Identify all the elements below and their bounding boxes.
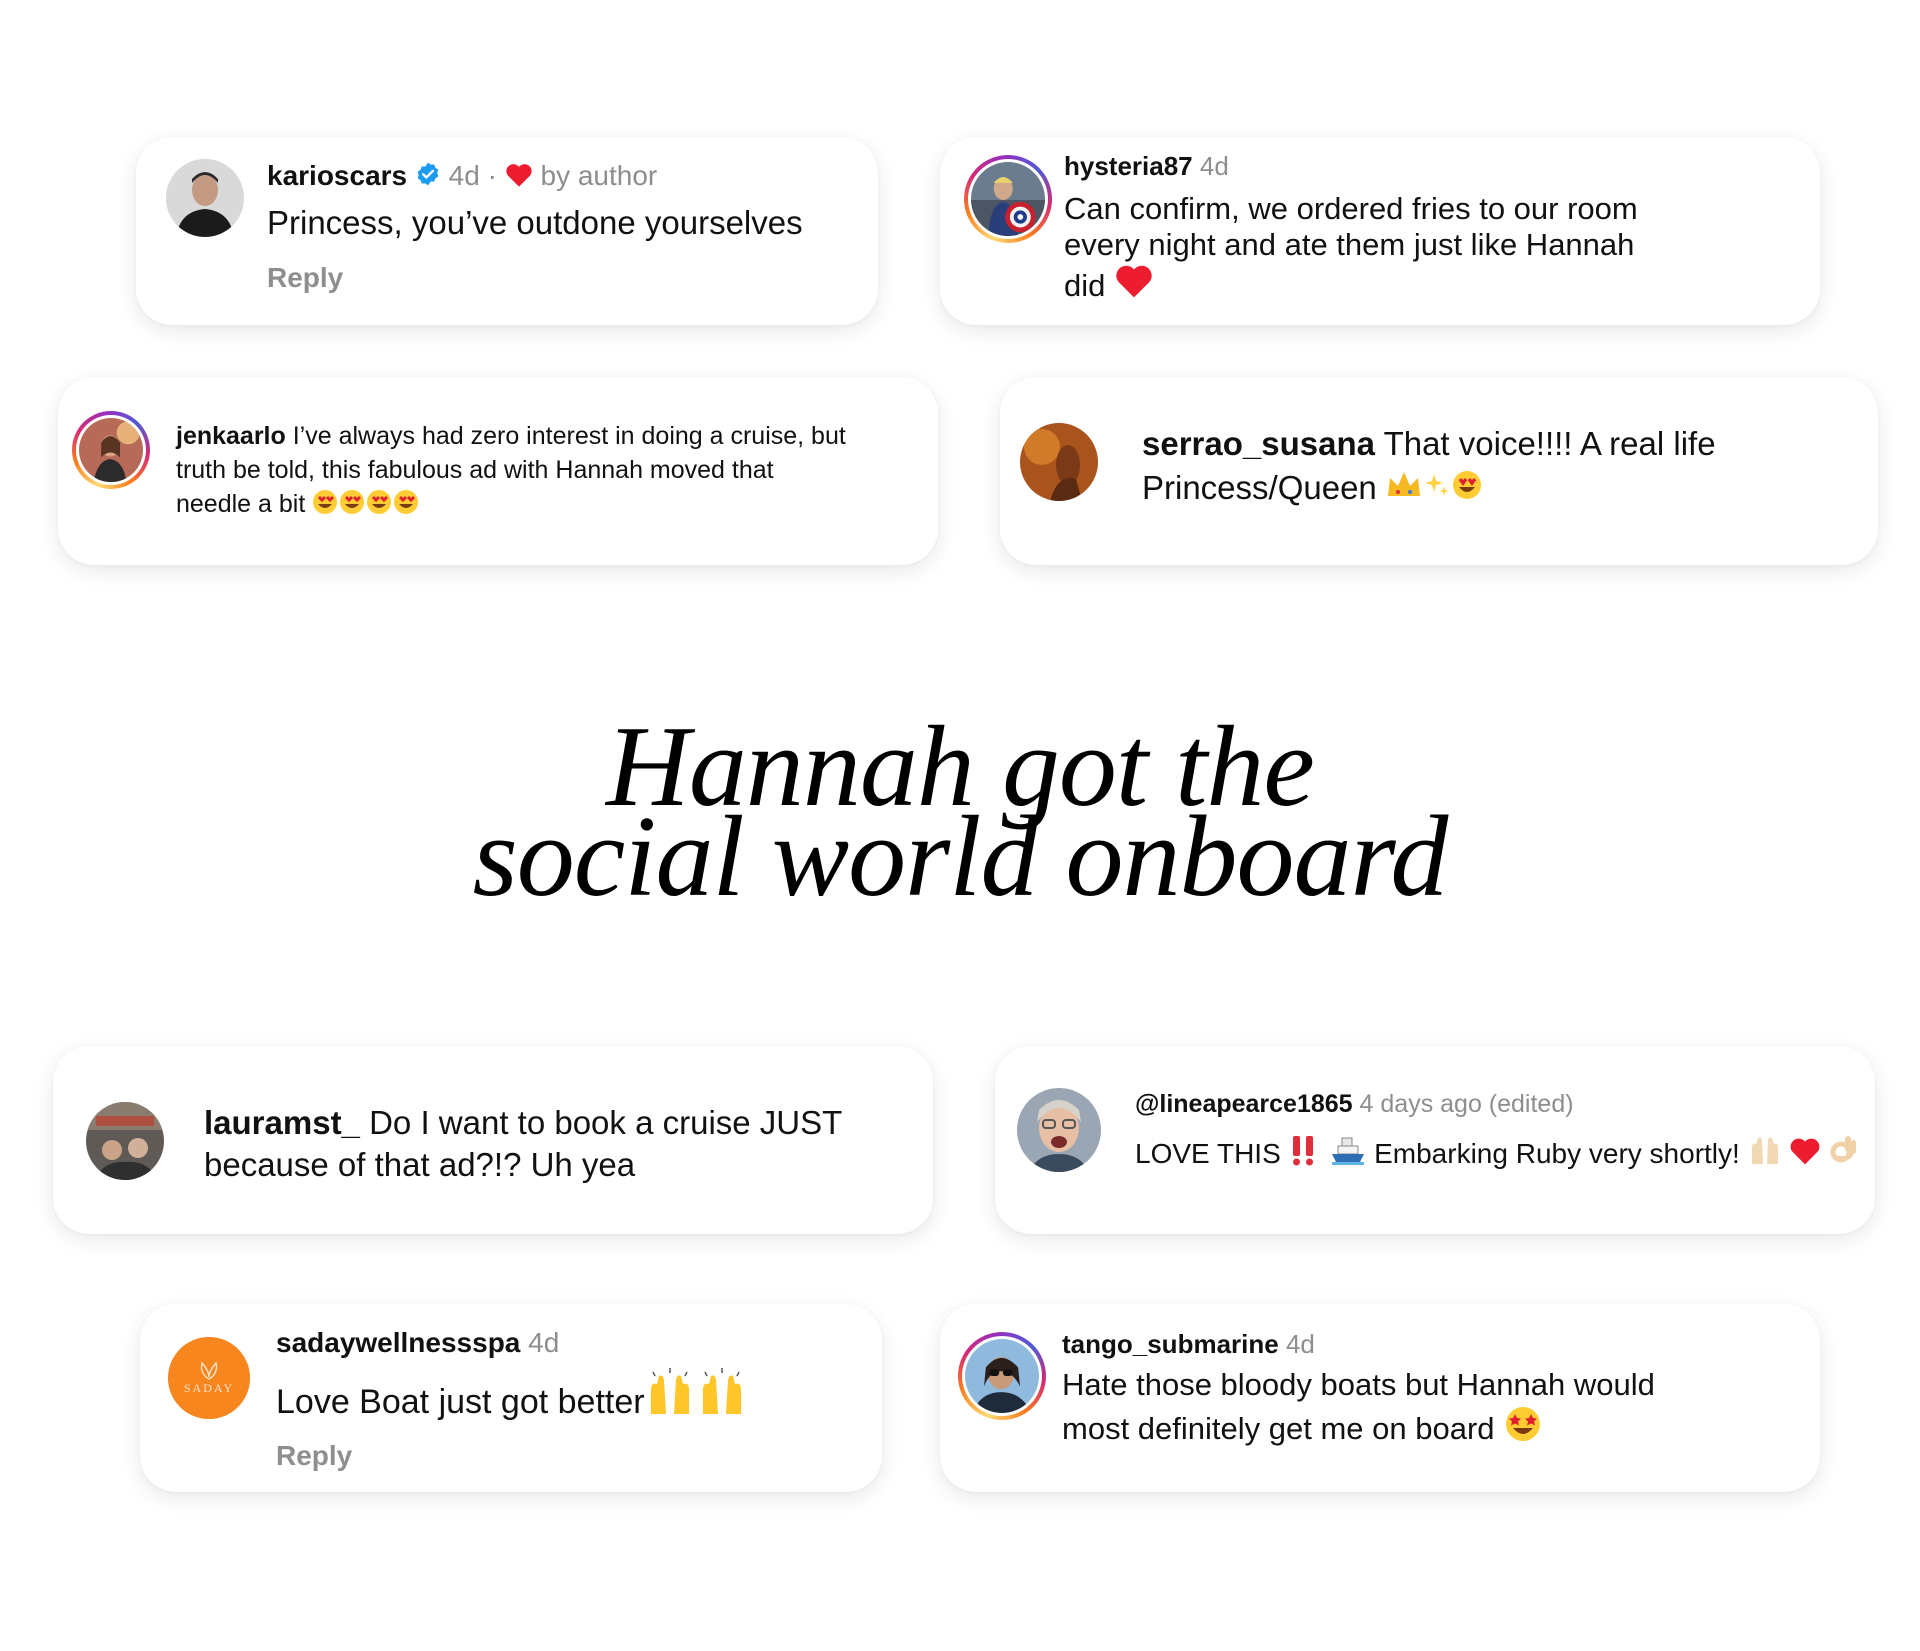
reply-button[interactable]: Reply (276, 1440, 352, 1472)
comment-text-line-1: serrao_susana That voice!!!! A real life (1142, 423, 1716, 465)
red-heart-emoji-icon (1789, 1136, 1821, 1175)
comment-card-hysteria87: hysteria87 4d Can confirm, we ordered fr… (940, 137, 1820, 325)
comment-text: Do I want to book a cruise JUST (369, 1104, 843, 1141)
star-struck-emoji-icon (1503, 1404, 1543, 1451)
double-exclamation-emoji-icon (1289, 1134, 1317, 1175)
crown-sparkles-heart-eyes-emoji-icon (1386, 468, 1486, 512)
story-ring-avatar[interactable] (964, 155, 1052, 243)
username[interactable]: serrao_susana (1142, 425, 1375, 462)
comment-card-lauramst: lauramst_ Do I want to book a cruise JUS… (53, 1046, 933, 1234)
comment-text-line-2: Princess/Queen (1142, 467, 1486, 512)
timestamp: 4d (448, 160, 480, 191)
timestamp: 4 days ago (edited) (1359, 1090, 1574, 1118)
comment-text-line-2: truth be told, this fabulous ad with Han… (176, 456, 774, 484)
comment-card-sadaywellnessspa: SADAY sadaywellnessspa 4d Love Boat just… (140, 1304, 882, 1492)
comment-text-line-2: most definitely get me on board (1062, 1404, 1543, 1451)
comment-text-end: Princess/Queen (1142, 469, 1377, 506)
liked-by-author-label: by author (540, 160, 658, 191)
comment-text: Love Boat just got better (276, 1368, 747, 1427)
comment-text-line-2: every night and ate them just like Hanna… (1064, 227, 1635, 262)
comment-text-body: Love Boat just got better (276, 1383, 645, 1421)
comment-card-jenkaarlo: jenkaarlo I’ve always had zero interest … (58, 377, 938, 565)
comment-text: Princess, you’ve outdone yourselves (267, 204, 803, 241)
comment-header: karioscars 4d · by author (267, 159, 657, 196)
comment-card-lineapearce1865: @lineapearce1865 4 days ago (edited) LOV… (995, 1046, 1875, 1234)
username[interactable]: lauramst_ (204, 1104, 360, 1141)
reply-button[interactable]: Reply (267, 262, 343, 294)
avatar[interactable] (166, 159, 244, 237)
username[interactable]: sadaywellnessspa (276, 1327, 520, 1358)
red-heart-emoji-icon (1114, 263, 1154, 307)
avatar (971, 162, 1045, 236)
avatar (79, 418, 143, 482)
avatar[interactable] (86, 1102, 164, 1180)
comment-text-end: needle a bit (176, 490, 306, 518)
comment-text-line-3: did (1064, 263, 1154, 307)
story-ring-avatar[interactable] (958, 1332, 1046, 1420)
saday-logo-text: SADAY (184, 1381, 234, 1395)
comment-header: hysteria87 4d (1064, 150, 1229, 182)
username[interactable]: karioscars (267, 160, 407, 191)
username[interactable]: tango_submarine (1062, 1329, 1279, 1359)
username[interactable]: @lineapearce1865 (1135, 1090, 1353, 1118)
ship-emoji-icon (1330, 1134, 1366, 1175)
timestamp: 4d (1199, 151, 1229, 181)
story-ring-avatar[interactable] (72, 411, 150, 489)
comment-header: @lineapearce1865 4 days ago (edited) (1135, 1088, 1574, 1120)
ok-hand-emoji-icon (1829, 1134, 1859, 1175)
separator-dot: · (487, 160, 497, 191)
avatar[interactable] (1020, 423, 1098, 501)
raising-hands-emoji-icon (1748, 1134, 1782, 1175)
comment-card-tango-submarine: tango_submarine 4d Hate those bloody boa… (940, 1304, 1820, 1492)
headline-line-2: social world onboard (472, 793, 1449, 921)
comment-text-start: LOVE THIS (1135, 1138, 1281, 1169)
avatar[interactable] (1017, 1088, 1101, 1172)
comment-text-line-2: because of that ad?!? Uh yea (204, 1146, 636, 1183)
comment-text: LOVE THIS Embarking Ruby very shortly! (1135, 1134, 1859, 1175)
raising-hands-emoji-icon (645, 1368, 747, 1427)
comment-text: I’ve always had zero interest in doing a… (292, 422, 846, 450)
username[interactable]: hysteria87 (1064, 151, 1193, 181)
comment-text-line-1: Hate those bloody boats but Hannah would (1062, 1367, 1655, 1402)
comment-text-end: did (1064, 268, 1106, 303)
timestamp: 4d (528, 1327, 560, 1358)
comment-text: That voice!!!! A real life (1383, 425, 1716, 462)
comment-text-line-1: jenkaarlo I’ve always had zero interest … (176, 419, 846, 453)
verified-badge-icon (415, 161, 441, 195)
heart-eyes-emoji-icon (312, 489, 422, 524)
heart-icon (505, 162, 533, 196)
comment-header: sadaywellnessspa 4d (276, 1326, 559, 1360)
comment-text-end: most definitely get me on board (1062, 1411, 1495, 1446)
comment-text-line-3: needle a bit (176, 487, 422, 524)
comment-text-line-1: Can confirm, we ordered fries to our roo… (1064, 191, 1638, 226)
username[interactable]: jenkaarlo (176, 422, 286, 450)
avatar[interactable]: SADAY (168, 1337, 250, 1419)
timestamp: 4d (1285, 1329, 1315, 1359)
comment-text-line-1: lauramst_ Do I want to book a cruise JUS… (204, 1102, 842, 1144)
comment-header: tango_submarine 4d (1062, 1328, 1315, 1360)
headline: Hannah got the social world onboard (0, 709, 1920, 921)
comment-card-serrao-susana: serrao_susana That voice!!!! A real life… (1000, 377, 1878, 565)
comment-text-end: Embarking Ruby very shortly! (1374, 1138, 1740, 1169)
avatar (965, 1339, 1039, 1413)
comment-card-karioscars: karioscars 4d · by author Princess, you’… (136, 137, 878, 325)
